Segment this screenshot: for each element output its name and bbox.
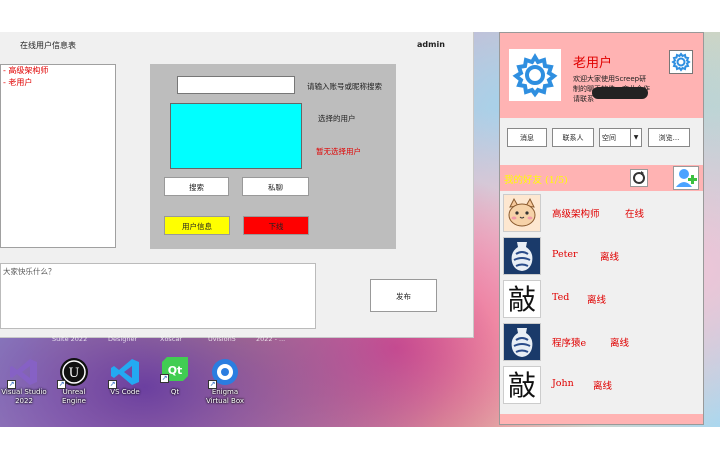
window-title: 在线用户信息表 (20, 41, 76, 50)
selected-user-display (170, 103, 302, 169)
username: 老用户 (573, 56, 613, 71)
settings-button[interactable] (669, 50, 693, 74)
enigma-icon: ↗ (208, 357, 240, 389)
icon-label: Unreal Engine (62, 388, 86, 405)
icon-label: Visual Studio 2022 (1, 388, 47, 405)
desktop-label: Suite 2022 (52, 335, 88, 343)
icon-label: Enigma Virtual Box (205, 388, 245, 405)
enigma-shortcut[interactable]: ↗ Enigma Virtual Box (201, 357, 249, 406)
friend-name: Ted (552, 292, 570, 303)
browse-button[interactable]: 浏览... (648, 128, 690, 147)
friend-status: 在线 (625, 209, 645, 220)
friend-item[interactable]: 敲 John 离线 (500, 364, 703, 406)
friend-item[interactable]: Peter 离线 (500, 235, 703, 277)
kanji-avatar-icon: 敲 (503, 280, 541, 318)
vscode-icon: ↗ (108, 357, 140, 389)
refresh-icon (633, 171, 645, 184)
qt-shortcut[interactable]: Qt ↗ Qt (151, 357, 199, 397)
unreal-engine-shortcut[interactable]: U ↗ Unreal Engine (50, 357, 98, 406)
profile-header: 老用户 欢迎大家使用Screep研制的聊天软件，商业合作请联系 (500, 33, 703, 118)
add-friend-button[interactable] (673, 166, 699, 190)
messages-button[interactable]: 消息 (507, 128, 547, 147)
qt-icon: Qt ↗ (160, 357, 188, 383)
friends-header: 我的好友 (1/5) (500, 165, 703, 191)
gear-icon (671, 52, 691, 72)
friends-count-label: 我的好友 (1/5) (504, 175, 568, 186)
search-panel: 请输入账号或昵称搜索 选择的用户 暂无选择用户 搜索 私聊 用户信息 下线 (150, 64, 396, 249)
search-hint: 请输入账号或昵称搜索 (307, 82, 382, 91)
offline-button[interactable]: 下线 (243, 216, 309, 235)
icon-label: VS Code (110, 388, 140, 396)
selected-user-label: 选择的用户 (318, 114, 356, 123)
gear-icon (512, 53, 558, 98)
list-item[interactable]: - 高级架构师 (1, 65, 115, 77)
space-select-value: 空间 (602, 134, 616, 142)
redaction-mark (592, 87, 648, 99)
friend-status: 离线 (610, 338, 630, 349)
friend-status: 离线 (593, 381, 613, 392)
friend-status: 离线 (587, 295, 607, 306)
friend-name: 高级架构师 (552, 209, 600, 220)
desktop-label: Xoscar (160, 335, 183, 343)
kanji-avatar-icon: 敲 (503, 366, 541, 404)
icon-label: Qt (170, 388, 180, 396)
friend-name: John (552, 378, 574, 389)
post-button[interactable]: 发布 (370, 279, 437, 312)
svg-text:U: U (69, 366, 80, 381)
visual-studio-shortcut[interactable]: ↗ Visual Studio 2022 (0, 357, 48, 406)
desktop-label: Designer (108, 335, 138, 343)
contacts-button[interactable]: 联系人 (552, 128, 594, 147)
vase-avatar-icon (503, 323, 541, 361)
list-item[interactable]: - 老用户 (1, 77, 115, 89)
post-textarea[interactable]: 大家快乐什么？ (0, 263, 316, 329)
chevron-down-icon[interactable]: ▼ (630, 129, 641, 146)
cat-avatar-icon (503, 194, 541, 232)
friend-name: Peter (552, 249, 578, 260)
private-chat-button[interactable]: 私聊 (242, 177, 309, 196)
friend-name: 程序猿e (552, 338, 587, 349)
online-user-list[interactable]: - 高级架构师 - 老用户 (0, 64, 116, 248)
refresh-button[interactable] (630, 169, 648, 187)
bottom-strip (0, 427, 720, 450)
svg-text:Qt: Qt (168, 364, 183, 377)
desktop-label: Uvision5 (208, 335, 236, 343)
friend-item[interactable]: 高级架构师 在线 (500, 192, 703, 234)
admin-label: admin (417, 40, 445, 49)
search-input[interactable] (177, 76, 295, 94)
online-users-window: 在线用户信息表 admin - 高级架构师 - 老用户 请输入账号或昵称搜索 选… (0, 32, 474, 338)
unreal-engine-icon: U ↗ (57, 357, 89, 389)
friend-item[interactable]: 程序猿e 离线 (500, 321, 703, 363)
avatar[interactable] (509, 49, 561, 101)
space-select[interactable]: 空间 ▼ (599, 128, 642, 147)
vscode-shortcut[interactable]: ↗ VS Code (101, 357, 149, 397)
vase-avatar-icon (503, 237, 541, 275)
add-user-icon (676, 169, 697, 187)
visual-studio-icon: ↗ (7, 357, 39, 389)
no-selection-text: 暂无选择用户 (316, 147, 361, 156)
friend-item[interactable]: 敲 Ted 离线 (500, 278, 703, 320)
friend-status: 离线 (600, 252, 620, 263)
chat-main-panel: 老用户 欢迎大家使用Screep研制的聊天软件，商业合作请联系 消息 联系人 空… (499, 32, 704, 425)
desktop-label: 2022 - ... (256, 335, 286, 343)
panel-footer (500, 414, 703, 424)
search-button[interactable]: 搜索 (164, 177, 229, 196)
user-info-button[interactable]: 用户信息 (164, 216, 230, 235)
